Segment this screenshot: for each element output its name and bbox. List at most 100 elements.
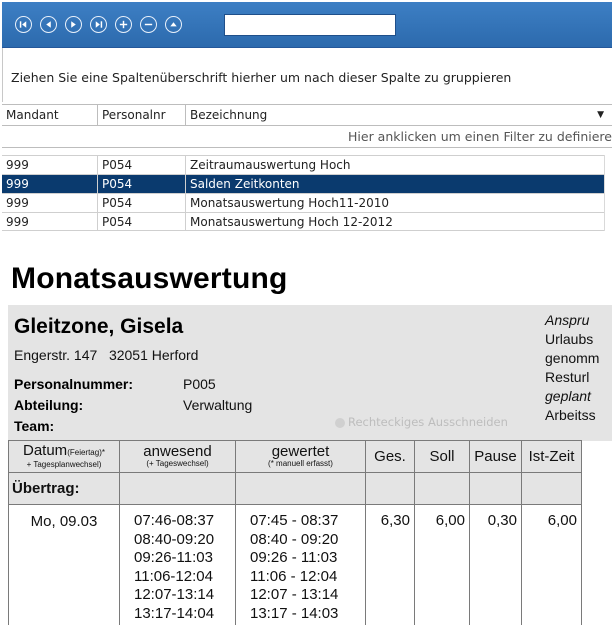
time-entry: 09:26-11:03 bbox=[134, 549, 213, 566]
time-entry: 09:26 - 11:03 bbox=[250, 549, 338, 566]
uebertrag-cell bbox=[119, 472, 236, 505]
time-entry: 08:40-09:20 bbox=[134, 530, 215, 548]
group-by-hint: Ziehen Sie eine Spaltenüberschrift hierh… bbox=[11, 70, 512, 85]
first-record-icon bbox=[19, 21, 27, 28]
right-col-line: Urlaubs bbox=[545, 331, 594, 347]
snip-tool-icon bbox=[335, 418, 345, 428]
last-record-icon bbox=[95, 21, 103, 28]
column-header-personalnr[interactable]: Personalnr bbox=[98, 105, 186, 126]
time-table: Datum(Feiertag)* + Tagesplanwechsel) anw… bbox=[8, 440, 582, 625]
right-col-line: Arbeitss bbox=[545, 407, 596, 423]
uebertrag-cell bbox=[365, 472, 415, 505]
header-gewertet: gewertet (* manuell erfasst) bbox=[235, 440, 366, 473]
grid-header: Mandant Personalnr Bezeichnung ▼ bbox=[2, 104, 612, 126]
filter-hint: Hier anklicken um einen Filter zu defini… bbox=[348, 129, 612, 144]
day-ist: 6,00 bbox=[521, 504, 582, 625]
time-entry: 11:06-12:04 bbox=[134, 567, 213, 585]
previous-record-icon bbox=[46, 21, 51, 28]
navigator-toolbar bbox=[2, 2, 612, 48]
dropdown-arrow-icon[interactable]: ▼ bbox=[597, 105, 604, 126]
cell-mandant: 999 bbox=[2, 175, 98, 193]
header-datum-sub: + Tagesplanwechsel) bbox=[26, 460, 102, 469]
right-col-line: Resturl bbox=[545, 369, 590, 385]
time-entry: 12:07-13:14 bbox=[134, 586, 215, 603]
time-entry: 12:07 - 13:14 bbox=[250, 586, 339, 603]
add-record-button[interactable] bbox=[115, 16, 132, 33]
uebertrag-cell bbox=[521, 472, 582, 505]
time-entry: 07:45 - 08:37 bbox=[250, 512, 339, 529]
header-pause: Pause bbox=[469, 440, 522, 473]
personalnummer-label: Personalnummer: bbox=[14, 376, 134, 392]
header-datum: Datum(Feiertag)* + Tagesplanwechsel) bbox=[8, 440, 120, 473]
filter-row[interactable]: Hier anklicken um einen Filter zu defini… bbox=[2, 126, 612, 148]
next-record-icon bbox=[71, 21, 76, 28]
uebertrag-label: Übertrag: bbox=[8, 472, 120, 505]
cell-personalnr: P054 bbox=[98, 175, 186, 193]
collapse-up-button[interactable] bbox=[165, 16, 182, 33]
table-row-selected[interactable]: 999 P054 Salden Zeitkonten bbox=[2, 174, 612, 193]
cell-mandant: 999 bbox=[2, 194, 98, 212]
abteilung-value: Verwaltung bbox=[183, 397, 253, 413]
time-entry: 13:17 - 14:03 bbox=[250, 604, 339, 622]
entitlement-column: Anspru Urlaubs genomm Resturl geplant Ar… bbox=[545, 311, 599, 425]
header-ist-zeit: Ist-Zeit bbox=[521, 440, 582, 473]
time-entry: 08:40 - 09:20 bbox=[250, 530, 339, 548]
employee-info-box: Gleitzone, Gisela Engerstr. 147 32051 He… bbox=[8, 305, 612, 441]
column-header-bezeichnung-label: Bezeichnung bbox=[190, 108, 268, 122]
header-soll: Soll bbox=[414, 440, 470, 473]
report-title: Monatsauswertung bbox=[11, 262, 288, 295]
table-row[interactable]: 999 P054 Monatsauswertung Hoch 12-2012 bbox=[2, 212, 612, 231]
employee-name: Gleitzone, Gisela bbox=[14, 315, 184, 338]
cell-bezeichnung: Monatsauswertung Hoch 12-2012 bbox=[190, 215, 393, 229]
employee-address: Engerstr. 147 32051 Herford bbox=[14, 347, 199, 363]
uebertrag-cell bbox=[469, 472, 522, 505]
header-datum-text: Datum bbox=[23, 442, 68, 459]
cell-mandant: 999 bbox=[2, 213, 98, 231]
abteilung-label: Abteilung: bbox=[14, 397, 84, 413]
uebertrag-cell bbox=[414, 472, 470, 505]
cell-personalnr: P054 bbox=[98, 156, 186, 174]
uebertrag-cell bbox=[235, 472, 366, 505]
cell-bezeichnung: Monatsauswertung Hoch11-2010 bbox=[190, 196, 390, 210]
cell-personalnr: P054 bbox=[98, 194, 186, 212]
day-gewertet: 07:45 - 08:37 08:40 - 09:20 09:26 - 11:0… bbox=[235, 504, 366, 625]
day-row: Mo, 09.03 07:46-08:37 08:40-09:20 09:26-… bbox=[8, 504, 582, 625]
grid-scrollbar[interactable] bbox=[604, 155, 612, 231]
day-pause: 0,30 bbox=[469, 504, 522, 625]
header-anwesend-sub: (+ Tageswechsel) bbox=[146, 459, 209, 468]
day-date: Mo, 09.03 bbox=[8, 504, 120, 625]
time-entry: 11:06 - 12:04 bbox=[250, 567, 338, 585]
last-record-button[interactable] bbox=[90, 16, 107, 33]
personalnummer-value: P005 bbox=[183, 376, 216, 392]
header-gewertet-main: gewertet bbox=[271, 443, 330, 460]
day-ges: 6,30 bbox=[365, 504, 415, 625]
group-by-area[interactable]: Ziehen Sie eine Spaltenüberschrift hierh… bbox=[2, 48, 612, 102]
uebertrag-row: Übertrag: bbox=[8, 472, 582, 505]
team-label: Team: bbox=[14, 418, 55, 434]
table-row[interactable]: 999 P054 Zeitraumauswertung Hoch bbox=[2, 155, 612, 174]
first-record-button[interactable] bbox=[15, 16, 32, 33]
header-ges: Ges. bbox=[365, 440, 415, 473]
remove-record-icon bbox=[144, 23, 153, 26]
grid-rows: 999 P054 Zeitraumauswertung Hoch 999 P05… bbox=[2, 155, 612, 231]
time-table-header: Datum(Feiertag)* + Tagesplanwechsel) anw… bbox=[8, 440, 582, 473]
time-entry: 13:17-14:04 bbox=[134, 604, 215, 622]
cell-personalnr: P054 bbox=[98, 213, 186, 231]
snip-tool-label: Rechteckiges Ausschneiden bbox=[348, 415, 508, 429]
next-record-button[interactable] bbox=[65, 16, 82, 33]
right-col-line: Anspru bbox=[545, 312, 590, 328]
day-soll: 6,00 bbox=[414, 504, 470, 625]
previous-record-button[interactable] bbox=[40, 16, 57, 33]
day-anwesend: 07:46-08:37 08:40-09:20 09:26-11:03 11:0… bbox=[119, 504, 236, 625]
add-record-icon bbox=[119, 20, 128, 29]
header-gewertet-sub: (* manuell erfasst) bbox=[268, 459, 333, 468]
header-datum-main: Datum(Feiertag)* bbox=[9, 442, 119, 460]
collapse-up-icon bbox=[170, 22, 177, 27]
position-input[interactable] bbox=[224, 14, 396, 36]
header-anwesend-main: anwesend bbox=[143, 443, 212, 460]
column-header-mandant[interactable]: Mandant bbox=[2, 105, 98, 126]
column-header-bezeichnung[interactable]: Bezeichnung ▼ bbox=[186, 105, 612, 126]
right-col-line: genomm bbox=[545, 350, 600, 366]
table-row[interactable]: 999 P054 Monatsauswertung Hoch11-2010 bbox=[2, 193, 612, 212]
remove-record-button[interactable] bbox=[140, 16, 157, 33]
